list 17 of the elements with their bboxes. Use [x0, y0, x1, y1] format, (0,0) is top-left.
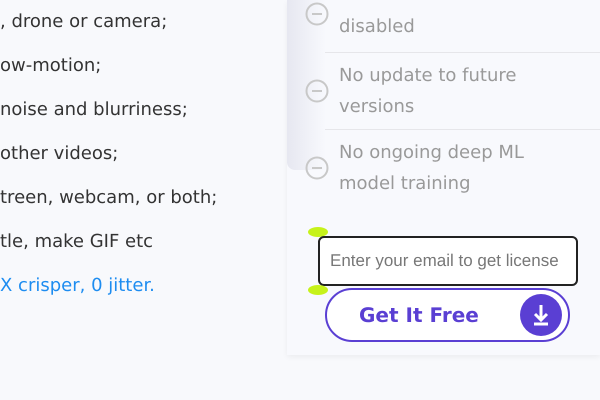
feature-text: other videos; — [0, 142, 120, 166]
feature-text: ow-motion; — [0, 54, 102, 78]
feature-text: treen, webcam, or both; — [0, 186, 218, 210]
minus-circle-icon — [305, 2, 329, 26]
download-icon — [520, 294, 562, 336]
get-it-free-button[interactable]: Get It Free — [325, 288, 570, 342]
minus-circle-icon — [305, 156, 329, 180]
dot-icon — [308, 284, 328, 296]
email-field[interactable]: Enter your email to get license — [318, 236, 578, 286]
feature-text: noise and blurriness; — [0, 98, 189, 122]
minus-circle-icon — [305, 79, 329, 103]
dot-icon — [308, 226, 328, 238]
feature-text: tle, make GIF etc — [0, 230, 154, 254]
limitation-text: No ongoing deep ML model training — [339, 141, 524, 196]
limitation-text: disabled — [339, 15, 415, 39]
limitation-text: No update to future versions — [339, 64, 516, 119]
feature-text: , drone or camera; — [0, 10, 168, 34]
